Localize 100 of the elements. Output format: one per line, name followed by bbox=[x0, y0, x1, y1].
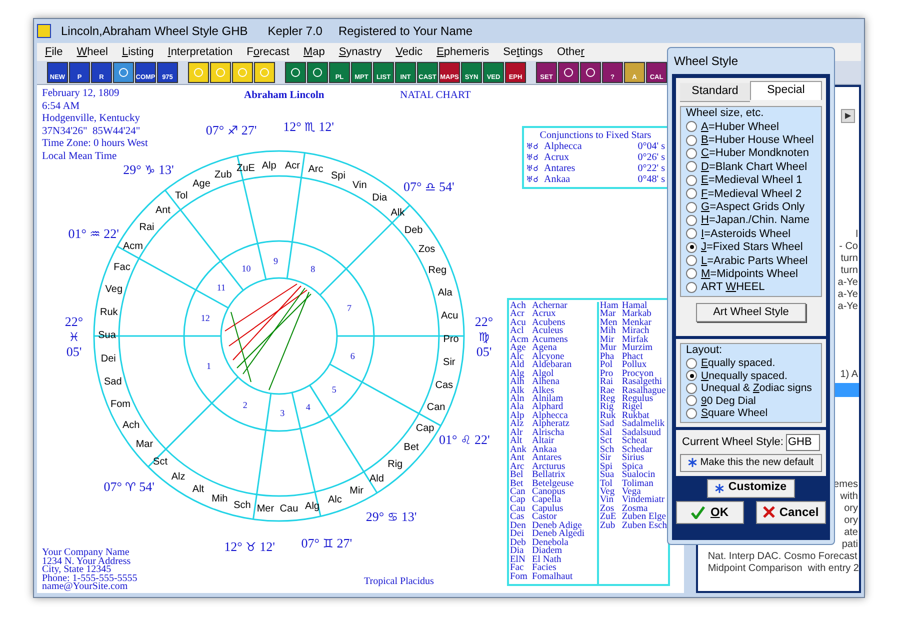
radio-button[interactable] bbox=[686, 255, 697, 266]
star-name: Acrux bbox=[532, 310, 556, 319]
star-name: Markab bbox=[622, 310, 652, 319]
cusp-label: 01° ♒ 22' bbox=[68, 226, 119, 242]
toolbar-button[interactable] bbox=[113, 62, 134, 83]
house-number: 3 bbox=[280, 408, 285, 418]
star-name: Sadalsuud bbox=[622, 428, 661, 438]
list-line: ory bbox=[844, 515, 858, 527]
star-abbreviation: Rig bbox=[600, 403, 614, 412]
star-abbreviation: Bel bbox=[510, 471, 524, 480]
star-name: Altair bbox=[532, 437, 554, 446]
star-name: Deneb Algedi bbox=[532, 530, 585, 539]
star-abbreviation: Cau bbox=[510, 504, 526, 514]
star-abbreviation: Sch bbox=[600, 446, 616, 454]
toolbar-button[interactable] bbox=[580, 62, 601, 83]
radio-button[interactable] bbox=[686, 134, 697, 146]
star-label: Deb bbox=[404, 224, 423, 236]
radio-button[interactable] bbox=[686, 382, 697, 394]
radio-button[interactable] bbox=[686, 202, 697, 213]
star-name: Diadem bbox=[532, 547, 562, 556]
toolbar-button[interactable] bbox=[558, 62, 579, 83]
radio-button[interactable] bbox=[686, 268, 697, 280]
radio-button[interactable] bbox=[686, 395, 697, 406]
make-default-button[interactable]: Make this the new default bbox=[680, 454, 822, 472]
toolbar-button[interactable] bbox=[232, 62, 253, 83]
star-name: Spica bbox=[622, 462, 643, 472]
radio-button[interactable] bbox=[686, 358, 697, 369]
toolbar-button[interactable] bbox=[307, 62, 328, 83]
star-abbreviation: Zub bbox=[600, 522, 616, 530]
menu-item[interactable]: Map bbox=[303, 44, 325, 60]
menu-item[interactable]: Listing bbox=[122, 44, 154, 60]
star-abbreviation: Deb bbox=[510, 538, 527, 548]
radio-button[interactable] bbox=[686, 188, 697, 200]
menu-item[interactable]: Wheel bbox=[76, 44, 108, 60]
radio-label: Square Wheel bbox=[701, 407, 768, 420]
scroll-arrow-button[interactable]: ▶ bbox=[841, 109, 855, 123]
star-name: Canopus bbox=[532, 488, 566, 496]
star-label: Cau bbox=[280, 504, 298, 515]
star-name: Antares bbox=[544, 163, 576, 174]
cancel-button[interactable]: Cancel bbox=[756, 500, 826, 524]
tab[interactable]: Standard bbox=[680, 83, 750, 102]
star-abbreviation: Spi bbox=[600, 462, 613, 472]
menu-item[interactable]: Vedic bbox=[396, 44, 423, 60]
chart-type: NATAL CHART bbox=[400, 89, 471, 103]
menu-item[interactable]: Other bbox=[556, 44, 584, 60]
art-wheel-style-button[interactable]: Art Wheel Style bbox=[696, 303, 806, 322]
radio-button[interactable] bbox=[686, 161, 697, 172]
current-style-field[interactable]: GHB bbox=[786, 434, 820, 450]
list-line: 1) A bbox=[840, 369, 859, 381]
window-title: Lincoln,Abraham Wheel Style GHB bbox=[61, 23, 248, 40]
radio-button[interactable] bbox=[686, 174, 697, 186]
star-abbreviation: Cas bbox=[510, 513, 524, 522]
conjunctions-title: Conjunctions to Fixed Stars bbox=[538, 130, 652, 141]
star-abbreviation: Mar bbox=[600, 310, 616, 319]
toolbar-button[interactable] bbox=[210, 62, 231, 83]
menu-item[interactable]: Synastry bbox=[338, 44, 382, 60]
star-label: Acu bbox=[441, 310, 458, 322]
star-name: Alhena bbox=[532, 378, 560, 387]
star-name: Procyon bbox=[622, 370, 654, 378]
star-label: Ruk bbox=[100, 306, 118, 318]
star-abbreviation: Acm bbox=[510, 336, 530, 344]
star-abbreviation: ZuE bbox=[600, 513, 618, 522]
star-abbreviation: Ald bbox=[510, 361, 526, 370]
tab[interactable]: Special bbox=[750, 81, 822, 100]
menu-item[interactable]: Ephemeris bbox=[436, 44, 490, 60]
radio-button[interactable] bbox=[686, 242, 697, 253]
radio-button[interactable] bbox=[686, 121, 697, 132]
radio-button[interactable] bbox=[686, 370, 697, 382]
star-label: Mer bbox=[256, 503, 274, 514]
menu-item[interactable]: Settings bbox=[503, 44, 543, 60]
radio-label: C=Huber Mondknoten bbox=[701, 147, 809, 160]
list-line: turn bbox=[840, 253, 858, 265]
menu-item[interactable]: Interpretation bbox=[168, 44, 233, 60]
star-abbreviation: Cap bbox=[510, 496, 526, 505]
star-name: Rasalgethi bbox=[622, 378, 662, 387]
list-line: ory bbox=[844, 503, 858, 515]
toolbar-button[interactable] bbox=[285, 62, 306, 83]
ok-button[interactable]: OK bbox=[676, 500, 744, 524]
star-name: Aculeus bbox=[532, 327, 564, 336]
group-label: Wheel size, etc. bbox=[686, 107, 765, 120]
radio-button[interactable] bbox=[686, 148, 697, 159]
customize-button[interactable]: Customize bbox=[707, 478, 795, 498]
checkmark-icon bbox=[691, 506, 706, 518]
toolbar-button[interactable] bbox=[188, 62, 209, 83]
radio-button[interactable] bbox=[686, 408, 697, 419]
radio-label: M=Midpoints Wheel bbox=[701, 268, 798, 280]
toolbar-button[interactable] bbox=[254, 62, 275, 83]
asterisk-icon bbox=[715, 484, 724, 492]
star-name: Mirach bbox=[622, 327, 650, 336]
radio-button[interactable] bbox=[686, 214, 697, 226]
star-abbreviation: Bet bbox=[510, 480, 524, 488]
list-line: a-Ye bbox=[838, 301, 858, 313]
menu-item[interactable]: Forecast bbox=[246, 44, 290, 60]
radio-button[interactable] bbox=[686, 228, 697, 240]
app-logo-icon bbox=[37, 24, 51, 38]
radio-button[interactable] bbox=[686, 282, 697, 293]
radio-label: B=Huber House Wheel bbox=[701, 134, 814, 146]
star-name: Rukbat bbox=[622, 412, 650, 420]
menu-item[interactable]: File bbox=[45, 44, 63, 60]
star-label: Alc bbox=[328, 494, 342, 506]
